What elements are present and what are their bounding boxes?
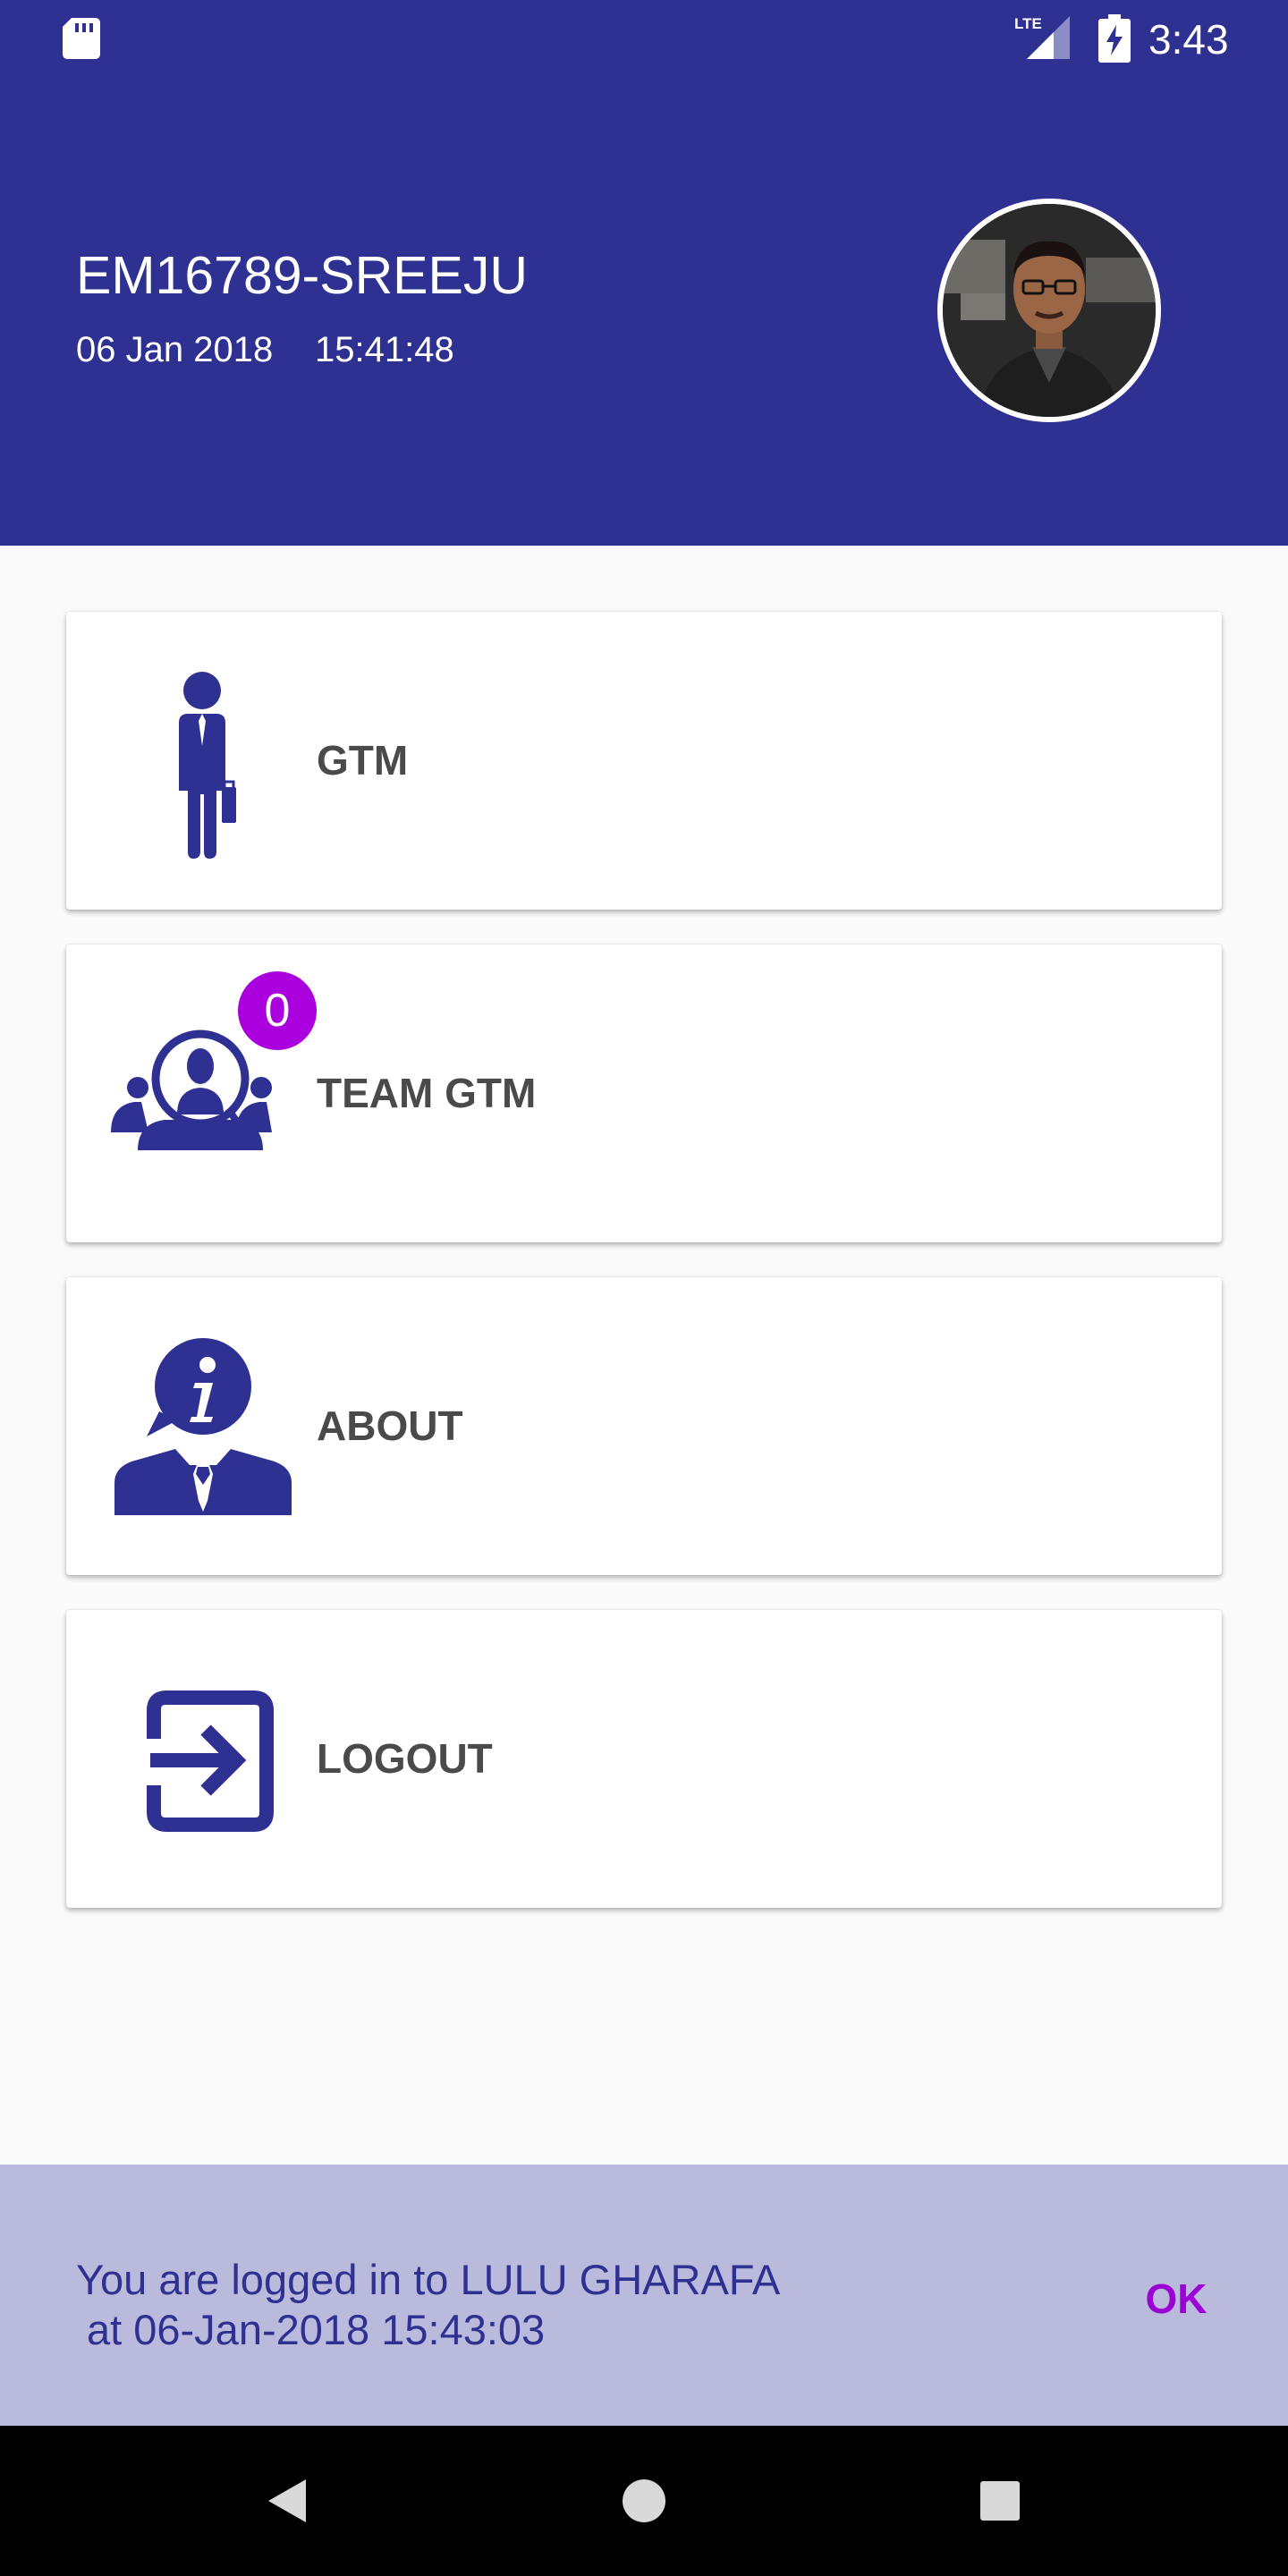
login-snackbar: You are logged in to LULU GHARAFA at 06-… — [0, 2165, 1288, 2426]
lte-label: LTE — [1014, 15, 1042, 32]
snackbar-ok-button[interactable]: OK — [1127, 2263, 1225, 2334]
back-icon[interactable] — [250, 2465, 322, 2537]
home-icon[interactable] — [608, 2465, 680, 2537]
snackbar-message-line1: You are logged in to LULU GHARAFA — [76, 2256, 781, 2303]
menu-card-logout[interactable]: LOGOUT — [66, 1610, 1222, 1908]
system-nav-bar — [0, 2426, 1288, 2576]
info-person-icon — [114, 1338, 292, 1515]
businessman-icon — [179, 672, 236, 859]
team-gtm-badge: 0 — [238, 971, 317, 1050]
menu-card-gtm[interactable]: GTM — [66, 612, 1222, 910]
menu-card-team-gtm[interactable]: 0 TEAM GTM — [66, 945, 1222, 1242]
login-date: 06 Jan 2018 — [76, 330, 274, 369]
menu-card-about[interactable]: ABOUT — [66, 1277, 1222, 1575]
recents-icon[interactable] — [964, 2465, 1036, 2537]
lte-signal-icon: LTE — [1014, 15, 1070, 59]
menu-label-gtm: GTM — [317, 737, 409, 784]
menu-label-about: ABOUT — [317, 1402, 463, 1449]
app-header: LTE 3:43 EM16789-SREEJU 06 Jan 2018 15:4… — [0, 0, 1288, 546]
avatar-photo — [943, 204, 1156, 417]
sd-card-icon — [63, 18, 100, 59]
snackbar-message-line2: at 06-Jan-2018 15:43:03 — [87, 2306, 546, 2353]
status-time: 3:43 — [1148, 16, 1229, 63]
logout-icon — [147, 1690, 274, 1832]
menu-label-logout: LOGOUT — [317, 1735, 493, 1782]
user-id-name: EM16789-SREEJU — [76, 246, 528, 305]
status-bar: LTE 3:43 — [0, 0, 1288, 80]
login-time: 15:41:48 — [315, 330, 454, 369]
avatar[interactable] — [937, 199, 1161, 422]
menu-label-team-gtm: TEAM GTM — [317, 1070, 537, 1116]
battery-charging-icon — [1098, 14, 1131, 63]
